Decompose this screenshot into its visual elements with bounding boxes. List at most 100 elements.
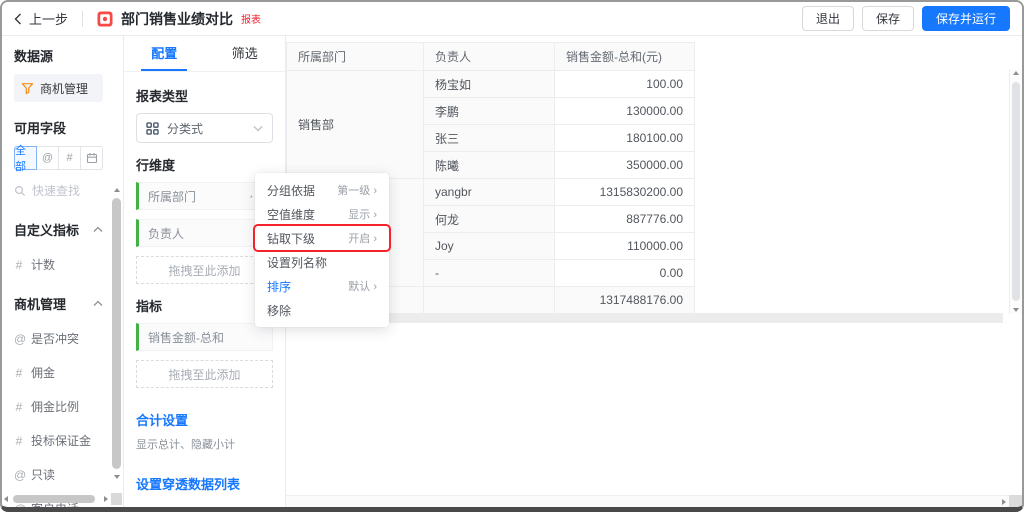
report-type-value: 分类式 — [167, 120, 203, 137]
dimension-label: 负责人 — [148, 225, 184, 242]
dimension-drop-zone[interactable]: 拖拽至此添加 — [136, 256, 273, 284]
field-label: 是否冲突 — [31, 330, 79, 347]
page-title: 部门销售业绩对比 — [121, 9, 233, 29]
divider — [82, 11, 83, 27]
search-icon — [14, 185, 26, 197]
field-label: 计数 — [31, 256, 55, 273]
menu-item-label: 分组依据 — [267, 182, 315, 199]
calendar-icon — [86, 152, 98, 164]
field-group-header[interactable]: 自定义指标 — [14, 220, 103, 239]
chevron-up-icon[interactable] — [93, 226, 103, 233]
chevron-up-icon[interactable] — [93, 300, 103, 307]
metric-销售金额-总和[interactable]: 销售金额-总和 — [136, 323, 273, 351]
amount-cell: 130000.00 — [555, 98, 695, 125]
datasource-item[interactable]: 商机管理 — [14, 74, 103, 102]
filter-tab-number[interactable]: # — [58, 146, 81, 170]
row-dimension-负责人[interactable]: 负责人 — [136, 219, 273, 247]
menu-item-label: 移除 — [267, 302, 291, 319]
topbar: 上一步 部门销售业绩对比 报表 退出 保存 保存并运行 — [2, 2, 1022, 36]
report-type-label: 报表类型 — [136, 86, 273, 105]
menu-item-label: 设置列名称 — [267, 254, 327, 271]
filter-tab-date[interactable] — [80, 146, 103, 170]
amount-cell: 110000.00 — [555, 233, 695, 260]
tab-filter[interactable]: 筛选 — [205, 36, 286, 71]
scroll-down-icon[interactable] — [1013, 308, 1019, 312]
field-label: 投标保证金 — [31, 432, 91, 449]
scroll-right-icon[interactable] — [104, 496, 108, 502]
scroll-right-icon[interactable] — [1002, 499, 1006, 505]
total-settings-desc: 显示总计、隐藏小计 — [136, 436, 273, 452]
table-header-row: 所属部门 负责人 销售金额-总和(元) — [287, 43, 695, 71]
filter-tab-text[interactable]: @ — [36, 146, 59, 170]
scrollbar-thumb[interactable] — [13, 495, 95, 503]
config-tabs: 配置 筛选 — [124, 36, 285, 72]
field-type-icon: # — [14, 258, 24, 272]
field-item-计数[interactable]: # 计数 — [14, 256, 103, 273]
group-cell: 销售部 — [287, 71, 424, 179]
filter-tab-all[interactable]: 全部 — [14, 146, 37, 170]
menu-item-排序[interactable]: 排序默认 › — [255, 274, 389, 298]
scroll-up-icon[interactable] — [114, 188, 120, 192]
row-dimension-所属部门[interactable]: 所属部门⋯ — [136, 182, 273, 210]
row-dimension-list: 所属部门⋯ 负责人 — [136, 182, 273, 247]
field-label: 佣金 — [31, 364, 55, 381]
metric-drop-zone[interactable]: 拖拽至此添加 — [136, 360, 273, 388]
canvas-horizontal-scrollbar[interactable] — [286, 495, 1009, 507]
amount-cell: 0.00 — [555, 260, 695, 287]
field-item-佣金[interactable]: #佣金 — [14, 364, 103, 381]
back-label: 上一步 — [29, 9, 68, 28]
row-dimension-label: 行维度 — [136, 155, 273, 174]
field-group-title: 自定义指标 — [14, 220, 79, 239]
available-fields-heading: 可用字段 — [14, 118, 103, 137]
scroll-down-icon[interactable] — [114, 475, 120, 479]
column-header-amount: 销售金额-总和(元) — [555, 43, 695, 71]
quick-search-input[interactable]: 快速查找 — [14, 182, 103, 199]
save-and-run-button[interactable]: 保存并运行 — [922, 6, 1010, 31]
table-horizontal-scrollbar[interactable] — [286, 313, 1003, 323]
menu-item-设置列名称[interactable]: 设置列名称 — [255, 250, 389, 274]
owner-cell: yangbr — [424, 179, 555, 206]
sidebar-vertical-scrollbar[interactable] — [111, 186, 122, 481]
amount-cell: 350000.00 — [555, 152, 695, 179]
preview-canvas: 所属部门 负责人 销售金额-总和(元) 销售部杨宝如100.00李鹏130000… — [286, 36, 1022, 507]
exit-button[interactable]: 退出 — [802, 6, 854, 31]
field-label: 佣金比例 — [31, 398, 79, 415]
menu-item-空值维度[interactable]: 空值维度 显示 › — [255, 202, 389, 226]
back-button[interactable]: 上一步 — [14, 9, 68, 28]
grid-layout-icon — [146, 122, 159, 135]
field-group-header[interactable]: 商机管理 — [14, 294, 103, 313]
total-settings-link[interactable]: 合计设置 — [136, 410, 273, 429]
menu-item-分组依据[interactable]: 分组依据第一级 › — [255, 178, 389, 202]
owner-cell: 张三 — [424, 125, 555, 152]
scroll-up-icon[interactable] — [1013, 71, 1019, 75]
datasource-name: 商机管理 — [40, 80, 88, 97]
scroll-left-icon[interactable] — [4, 496, 8, 502]
report-type-select[interactable]: 分类式 — [136, 113, 273, 143]
menu-item-移除[interactable]: 移除 — [255, 298, 389, 322]
drill-through-list-link[interactable]: 设置穿透数据列表 — [136, 474, 273, 493]
scrollbar-thumb[interactable] — [1012, 82, 1020, 301]
field-label: 只读 — [31, 466, 55, 483]
metrics-label: 指标 — [136, 296, 273, 315]
menu-item-value: 显示 › — [348, 206, 377, 222]
field-item-是否冲突[interactable]: @是否冲突 — [14, 330, 103, 347]
app-window: 上一步 部门销售业绩对比 报表 退出 保存 保存并运行 数据源 商机管理 — [0, 0, 1024, 512]
owner-cell: 李鹏 — [424, 98, 555, 125]
amount-cell: 887776.00 — [555, 206, 695, 233]
tab-config[interactable]: 配置 — [124, 36, 205, 71]
funnel-icon — [21, 82, 34, 95]
owner-cell: 何龙 — [424, 206, 555, 233]
amount-cell: 180100.00 — [555, 125, 695, 152]
metric-label: 销售金额-总和 — [148, 329, 224, 346]
field-item-只读[interactable]: @只读 — [14, 466, 103, 483]
sidebar-horizontal-scrollbar[interactable] — [4, 494, 108, 504]
canvas-vertical-scrollbar[interactable] — [1009, 69, 1022, 314]
field-item-投标保证金[interactable]: #投标保证金 — [14, 432, 103, 449]
scrollbar-thumb[interactable] — [112, 198, 121, 469]
menu-item-钻取下级[interactable]: 钻取下级开启 › — [255, 226, 389, 250]
field-item-佣金比例[interactable]: # 佣金比例 — [14, 398, 103, 415]
field-type-icon: # — [14, 400, 24, 414]
save-button[interactable]: 保存 — [862, 6, 914, 31]
menu-item-label: 空值维度 — [267, 206, 315, 223]
menu-item-value: 开启 › — [348, 230, 377, 246]
